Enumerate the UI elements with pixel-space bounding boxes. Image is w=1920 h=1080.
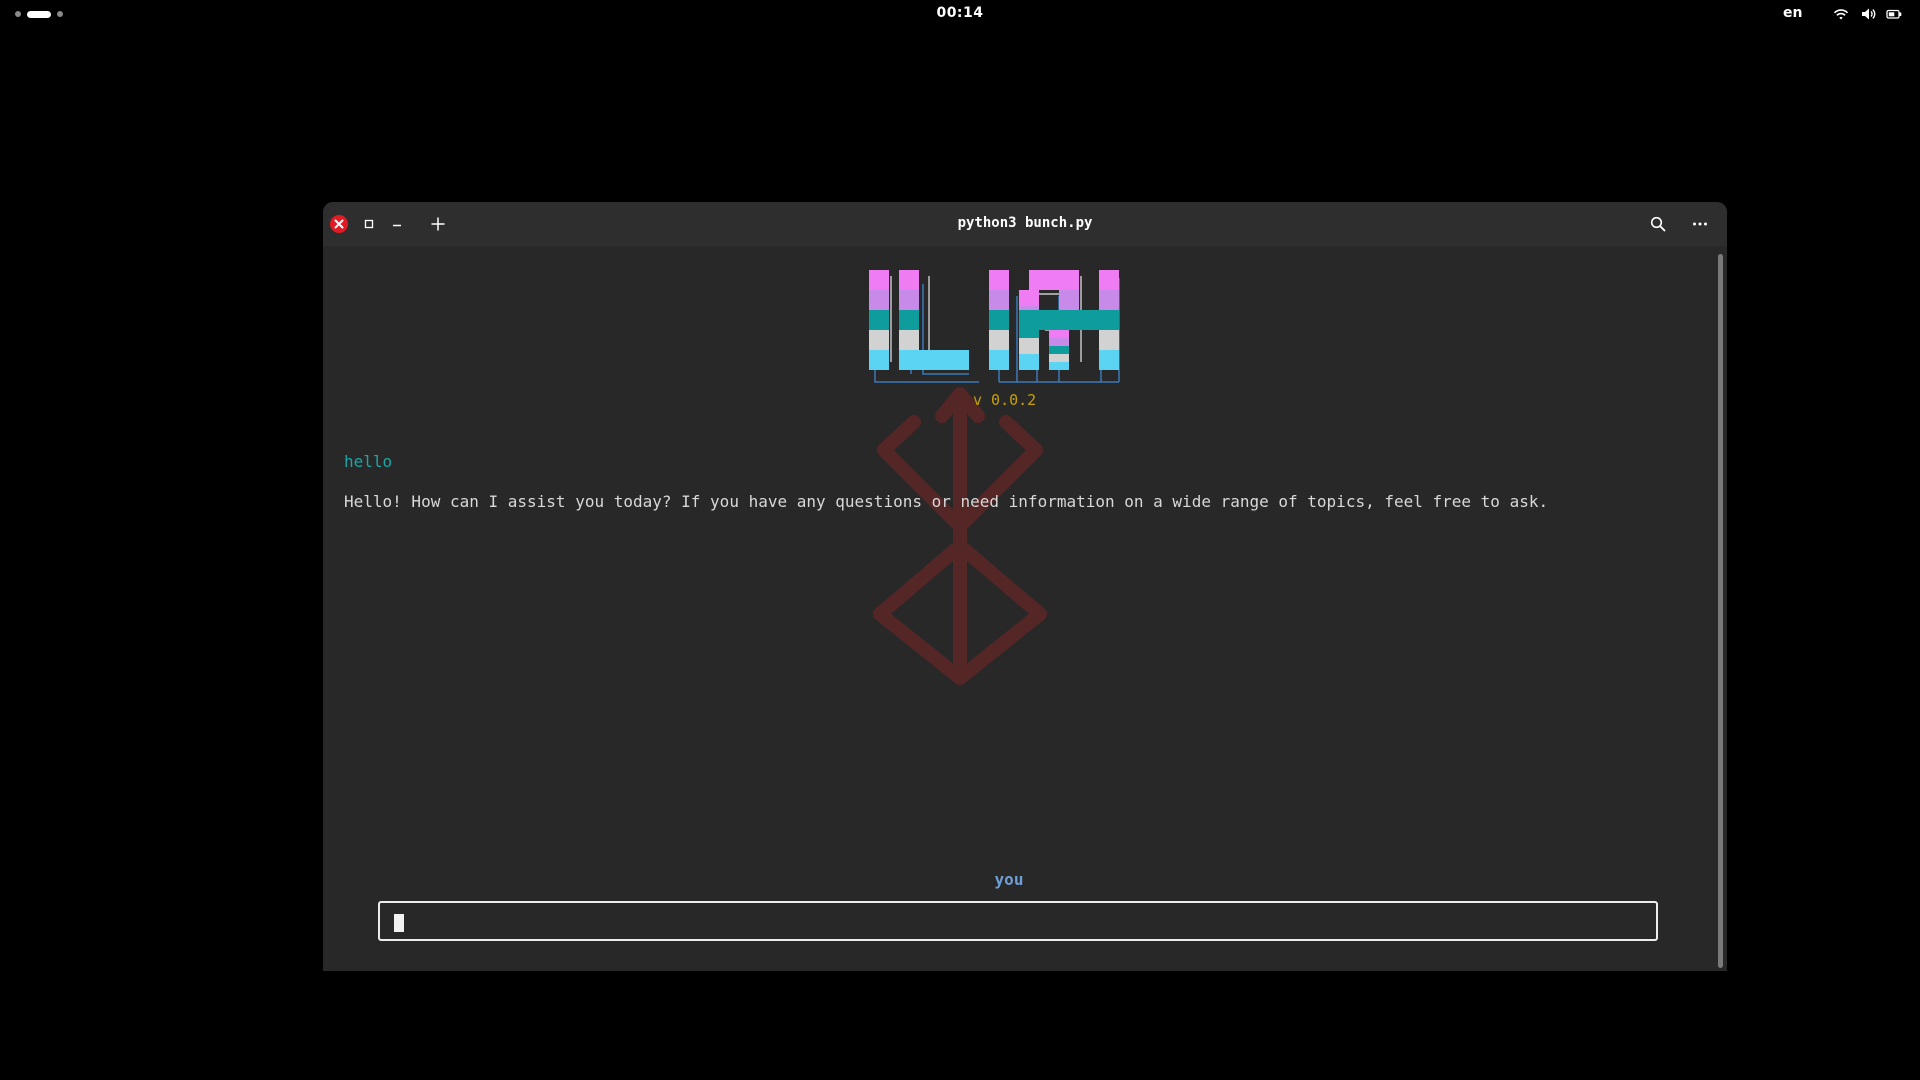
llm-ascii-logo (869, 270, 1120, 383)
menu-icon (1693, 222, 1707, 226)
search-icon (1650, 216, 1666, 232)
prompt-label: you (994, 870, 1024, 889)
scrollbar[interactable] (1718, 254, 1723, 968)
keyboard-language[interactable]: en (1783, 5, 1802, 21)
search-button[interactable] (1649, 215, 1667, 233)
clock[interactable]: 00:14 (0, 5, 1920, 21)
assistant-message: Hello! How can I assist you today? If yo… (344, 492, 1549, 511)
text-cursor (394, 914, 404, 932)
window-titlebar[interactable]: python3 bunch.py (323, 202, 1727, 246)
battery-icon[interactable] (1886, 6, 1902, 22)
brand-of-sacrifice-emblem (873, 387, 1047, 685)
version-label: v 0.0.2 (973, 391, 1037, 409)
chat-input[interactable] (378, 901, 1658, 941)
window-title: python3 bunch.py (957, 215, 1093, 231)
terminal-window: python3 bunch.py v 0.0.2 hello Hello! Ho… (323, 202, 1727, 971)
terminal-area[interactable]: v 0.0.2 hello Hello! How can I assist yo… (323, 246, 1727, 971)
volume-icon[interactable] (1860, 6, 1876, 22)
system-top-bar: 00:14 en (0, 0, 1920, 28)
menu-button[interactable] (1691, 215, 1709, 233)
user-message: hello (344, 452, 393, 471)
wifi-icon[interactable] (1833, 6, 1849, 22)
